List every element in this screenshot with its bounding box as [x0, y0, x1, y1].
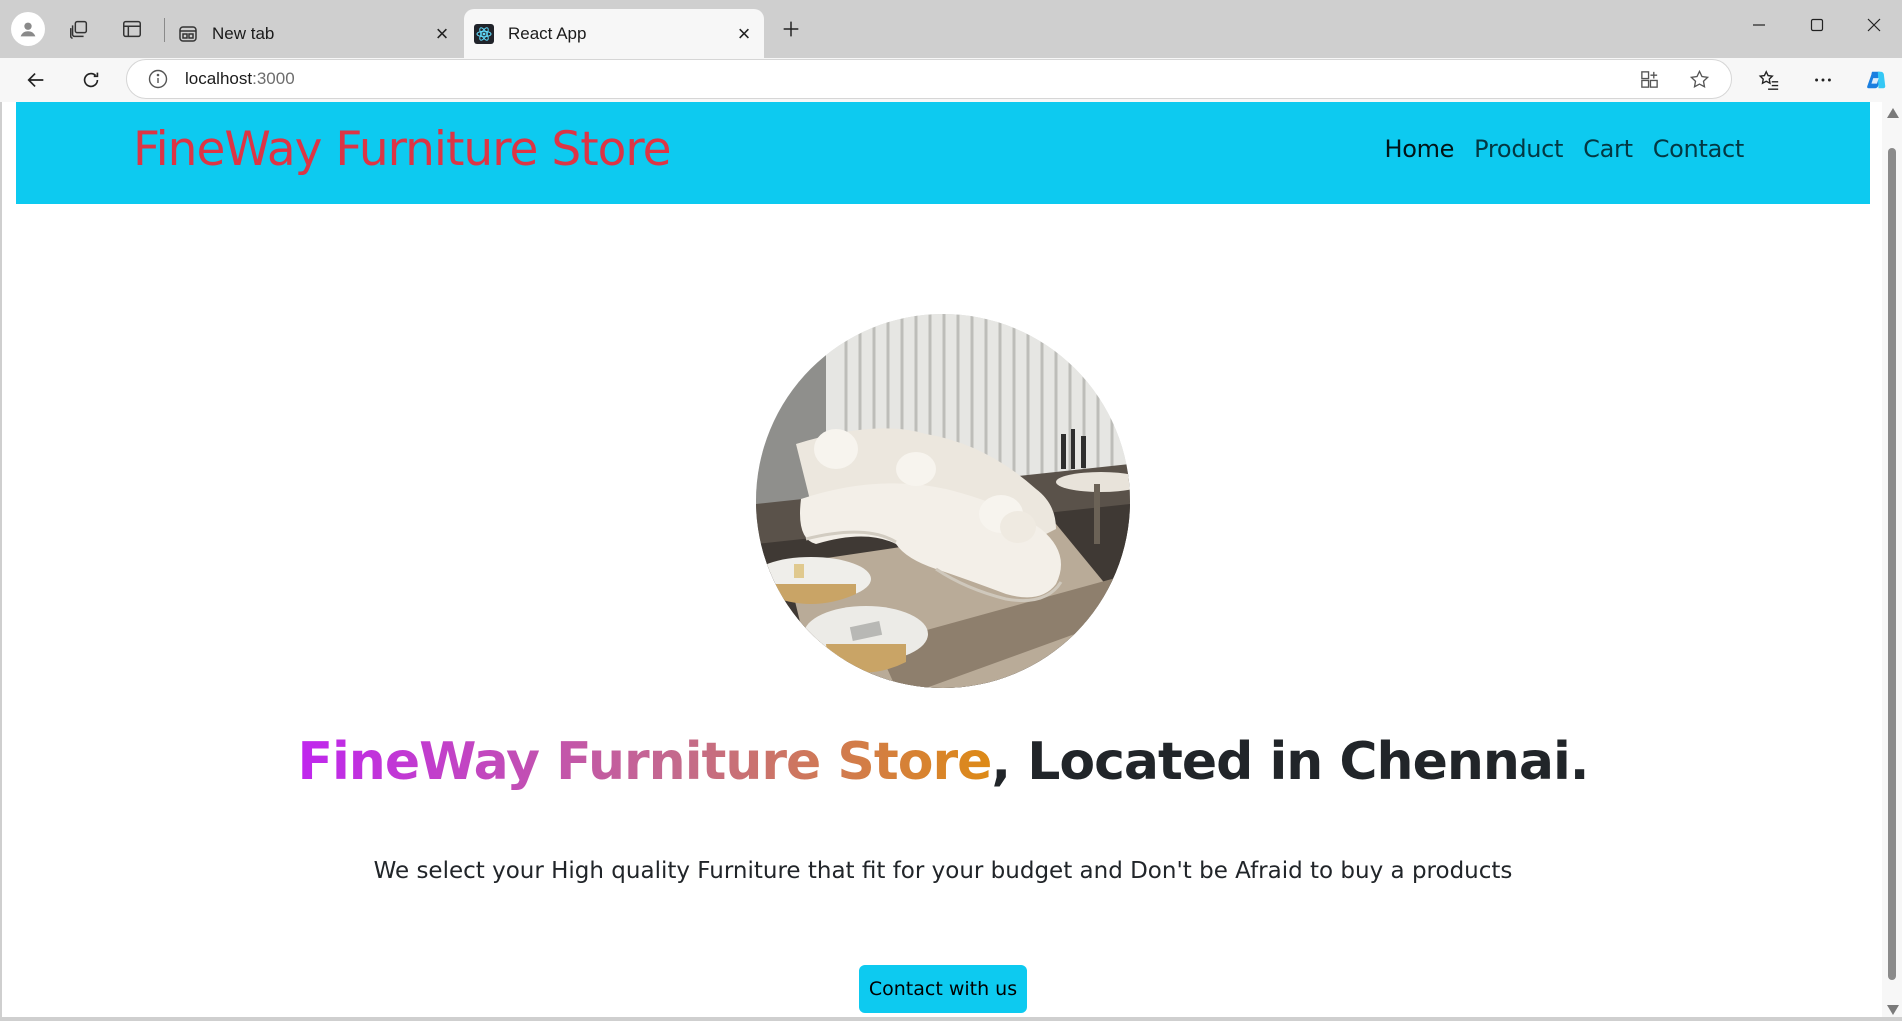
hero-headline: FineWay Furniture Store, Located in Chen…: [0, 732, 1886, 792]
scroll-thumb[interactable]: [1888, 148, 1896, 980]
arrow-left-icon: [27, 72, 44, 88]
tab-close-icon[interactable]: ×: [428, 20, 456, 48]
favorites-button[interactable]: [1751, 62, 1787, 98]
workspaces-icon[interactable]: [62, 12, 96, 46]
new-tab-button[interactable]: [774, 12, 808, 46]
page-scrollbar[interactable]: [1882, 102, 1902, 1021]
back-button[interactable]: [18, 62, 54, 98]
maximize-button[interactable]: [1793, 8, 1841, 42]
scroll-down-arrow-icon[interactable]: [1887, 1005, 1899, 1015]
new-tab-page-icon: [178, 24, 198, 44]
reload-button[interactable]: [73, 62, 109, 98]
nav-link-product[interactable]: Product: [1474, 135, 1563, 163]
contact-button[interactable]: Contact with us: [859, 965, 1027, 1013]
nav-link-home[interactable]: Home: [1384, 135, 1454, 163]
nav-menu: Home Product Cart Contact: [1384, 135, 1744, 163]
more-horizontal-icon: [1815, 78, 1831, 82]
copilot-button[interactable]: [1858, 62, 1894, 98]
site-navbar: FineWay Furniture Store Home Product Car…: [16, 102, 1870, 204]
tab-new-tab[interactable]: New tab ×: [168, 9, 462, 58]
page-viewport: FineWay Furniture Store Home Product Car…: [0, 102, 1902, 1021]
close-window-button[interactable]: [1850, 8, 1898, 42]
favorites-list-icon: [1758, 70, 1779, 90]
profile-button[interactable]: [11, 12, 45, 46]
site-info-icon[interactable]: [147, 68, 169, 90]
reload-icon: [83, 72, 99, 88]
window-frame-left: [0, 102, 2, 1021]
tab-title: React App: [508, 23, 587, 43]
hero-lead-text: We select your High quality Furniture th…: [373, 858, 1513, 884]
nav-link-contact[interactable]: Contact: [1653, 135, 1745, 163]
window-frame-bottom: [0, 1017, 1902, 1021]
browser-toolbar: localhost:3000: [0, 58, 1902, 102]
close-icon: [1867, 18, 1881, 32]
minimize-button[interactable]: [1735, 8, 1783, 42]
headline-store-name: FineWay Furniture Store: [297, 732, 992, 792]
tab-title: New tab: [212, 23, 275, 43]
hero-sofa-image: [756, 314, 1130, 688]
app-available-icon[interactable]: [1631, 61, 1667, 97]
tab-actions-icon[interactable]: [115, 12, 149, 46]
minimize-icon: [1753, 24, 1765, 26]
maximize-icon: [1810, 18, 1824, 32]
tab-close-icon[interactable]: ×: [730, 20, 758, 48]
browser-titlebar: New tab × React App ×: [0, 0, 1902, 58]
copilot-icon: [1867, 71, 1886, 89]
brand-logo-link[interactable]: FineWay Furniture Store: [133, 122, 672, 177]
headline-location: , Located in Chennai.: [991, 732, 1589, 792]
react-logo-icon: [474, 23, 494, 44]
url-text: localhost:3000: [185, 69, 295, 88]
favorite-star-icon[interactable]: [1681, 61, 1717, 97]
profile-avatar-icon: [11, 12, 45, 46]
scroll-up-arrow-icon[interactable]: [1887, 108, 1899, 118]
plus-icon: [783, 21, 799, 37]
settings-more-button[interactable]: [1805, 62, 1841, 98]
nav-link-cart[interactable]: Cart: [1583, 135, 1633, 163]
address-bar[interactable]: localhost:3000: [126, 59, 1732, 99]
tab-separator: [164, 18, 165, 42]
tab-react-app[interactable]: React App ×: [464, 9, 764, 58]
